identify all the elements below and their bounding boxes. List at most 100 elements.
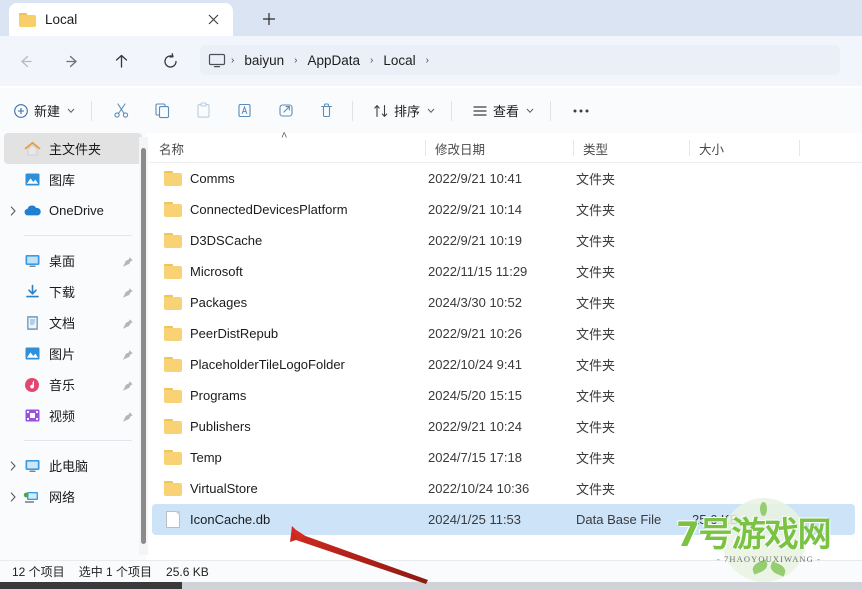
pin-icon[interactable] xyxy=(122,410,134,422)
monitor-icon[interactable] xyxy=(208,53,226,68)
close-icon[interactable] xyxy=(203,10,223,30)
cell-type: 文件夹 xyxy=(576,327,616,342)
annotation-layer xyxy=(270,520,440,586)
table-row[interactable]: Packages 2024/3/30 10:52 文件夹 xyxy=(152,287,855,318)
cut-button[interactable] xyxy=(103,95,140,127)
cell-name: D3DSCache xyxy=(164,233,262,248)
table-row[interactable]: Comms 2022/9/21 10:41 文件夹 xyxy=(152,163,855,194)
column-header-size[interactable]: 大小 xyxy=(689,133,799,163)
sidebar-item-gallery[interactable]: 图库 xyxy=(4,164,142,195)
column-header-type[interactable]: 类型 xyxy=(573,133,689,163)
sidebar-item-label: 主文件夹 xyxy=(49,142,102,157)
home-icon xyxy=(22,139,42,159)
cell-type: 文件夹 xyxy=(576,420,616,435)
gallery-icon xyxy=(22,170,42,190)
horizontal-scrollbar-thumb[interactable] xyxy=(0,582,182,589)
cell-type: 文件夹 xyxy=(576,203,616,218)
sidebar-item-music[interactable]: 音乐 xyxy=(4,369,142,400)
table-row[interactable]: IconCache.db 2024/1/25 11:53 Data Base Fil… xyxy=(152,504,855,535)
navigation-sidebar[interactable]: 主文件夹 图库 OneDrive 桌面 下载 文档 图片 音乐 视频 此电脑 网… xyxy=(0,133,146,560)
pin-icon[interactable] xyxy=(122,348,134,360)
sidebar-item-network[interactable]: 网络 xyxy=(4,481,142,512)
pin-icon[interactable] xyxy=(122,317,134,329)
sidebar-divider xyxy=(24,235,132,236)
sidebar-item-documents[interactable]: 文档 xyxy=(4,307,142,338)
table-row[interactable]: PlaceholderTileLogoFolder 2022/10/24 9:41… xyxy=(152,349,855,380)
cell-name: Packages xyxy=(164,295,247,310)
sidebar-item-label: 音乐 xyxy=(49,378,76,393)
view-list-icon xyxy=(472,103,488,119)
sidebar-item-pictures[interactable]: 图片 xyxy=(4,338,142,369)
rename-button[interactable] xyxy=(226,95,263,127)
pin-icon[interactable] xyxy=(122,286,134,298)
cell-type: 文件夹 xyxy=(576,296,616,311)
cell-date: 2024/7/15 17:18 xyxy=(428,450,522,465)
sidebar-item-this-pc[interactable]: 此电脑 xyxy=(4,450,142,481)
tab-local[interactable]: Local xyxy=(9,3,233,36)
view-button[interactable]: 查看 xyxy=(463,95,543,127)
cell-type: 文件夹 xyxy=(576,389,616,404)
chevron-right-icon[interactable] xyxy=(4,481,22,512)
table-row[interactable]: Publishers 2022/9/21 10:24 文件夹 xyxy=(152,411,855,442)
new-button[interactable]: 新建 xyxy=(4,95,84,127)
sidebar-scrollbar-thumb[interactable] xyxy=(141,148,146,544)
file-name-label: VirtualStore xyxy=(190,481,258,496)
address-bar[interactable]: › baiyun › AppData › Local › xyxy=(200,45,840,75)
breadcrumb-chevron-3[interactable]: › xyxy=(425,55,430,66)
cloud-icon xyxy=(22,201,42,221)
cell-name: IconCache.db xyxy=(164,511,270,528)
table-row[interactable]: D3DSCache 2022/9/21 10:19 文件夹 xyxy=(152,225,855,256)
cell-type: 文件夹 xyxy=(576,265,616,280)
cell-name: Programs xyxy=(164,388,246,403)
table-row[interactable]: Microsoft 2022/11/15 11:29 文件夹 xyxy=(152,256,855,287)
copy-button[interactable] xyxy=(144,95,181,127)
breadcrumb-local[interactable]: Local xyxy=(374,53,424,68)
cell-name: Microsoft xyxy=(164,264,243,279)
share-button[interactable] xyxy=(267,95,304,127)
back-button[interactable] xyxy=(10,46,40,76)
expander-placeholder xyxy=(4,133,22,164)
cell-type: 文件夹 xyxy=(576,358,616,373)
table-row[interactable]: Temp 2024/7/15 17:18 文件夹 xyxy=(152,442,855,473)
cell-date: 2024/1/25 11:53 xyxy=(428,512,522,527)
breadcrumb-appdata[interactable]: AppData xyxy=(298,53,369,68)
folder-icon xyxy=(164,233,182,248)
sidebar-item-downloads[interactable]: 下载 xyxy=(4,276,142,307)
chevron-right-icon[interactable] xyxy=(4,195,22,226)
more-options-button[interactable] xyxy=(562,95,600,127)
paste-button[interactable] xyxy=(185,95,222,127)
command-bar: 新建 排序 查看 xyxy=(0,88,862,133)
delete-button[interactable] xyxy=(308,95,345,127)
table-row[interactable]: VirtualStore 2022/10/24 10:36 文件夹 xyxy=(152,473,855,504)
forward-button[interactable] xyxy=(57,46,87,76)
column-header-date[interactable]: 修改日期 xyxy=(425,133,573,163)
up-button[interactable] xyxy=(106,46,136,76)
desktop-icon xyxy=(22,251,42,271)
folder-icon xyxy=(164,388,182,403)
music-icon xyxy=(22,375,42,395)
sort-button[interactable]: 排序 xyxy=(364,95,444,127)
pin-icon[interactable] xyxy=(122,255,134,267)
table-row[interactable]: Programs 2024/5/20 15:15 文件夹 xyxy=(152,380,855,411)
table-row[interactable]: PeerDistRepub 2022/9/21 10:26 文件夹 xyxy=(152,318,855,349)
download-icon xyxy=(22,282,42,302)
breadcrumb-baiyun[interactable]: baiyun xyxy=(235,53,293,68)
refresh-icon[interactable] xyxy=(155,46,185,76)
cell-name: VirtualStore xyxy=(164,481,258,496)
table-row[interactable]: ConnectedDevicesPlatform 2022/9/21 10:14 文… xyxy=(152,194,855,225)
chevron-right-icon[interactable] xyxy=(4,450,22,481)
file-name-label: Publishers xyxy=(190,419,251,434)
sidebar-item-home[interactable]: 主文件夹 xyxy=(4,133,142,164)
new-tab-button[interactable] xyxy=(256,7,282,31)
plus-circle-icon xyxy=(13,103,29,119)
sidebar-item-onedrive[interactable]: OneDrive xyxy=(4,195,142,226)
sidebar-item-videos[interactable]: 视频 xyxy=(4,400,142,431)
sidebar-item-label: 图片 xyxy=(49,347,76,362)
sidebar-item-desktop[interactable]: 桌面 xyxy=(4,245,142,276)
column-divider-4[interactable] xyxy=(799,140,800,156)
chevron-down-icon xyxy=(67,108,75,114)
folder-icon xyxy=(19,12,36,27)
pin-icon[interactable] xyxy=(122,379,134,391)
cell-type: 文件夹 xyxy=(576,451,616,466)
column-header-name[interactable]: 名称 ˄ xyxy=(149,130,425,163)
